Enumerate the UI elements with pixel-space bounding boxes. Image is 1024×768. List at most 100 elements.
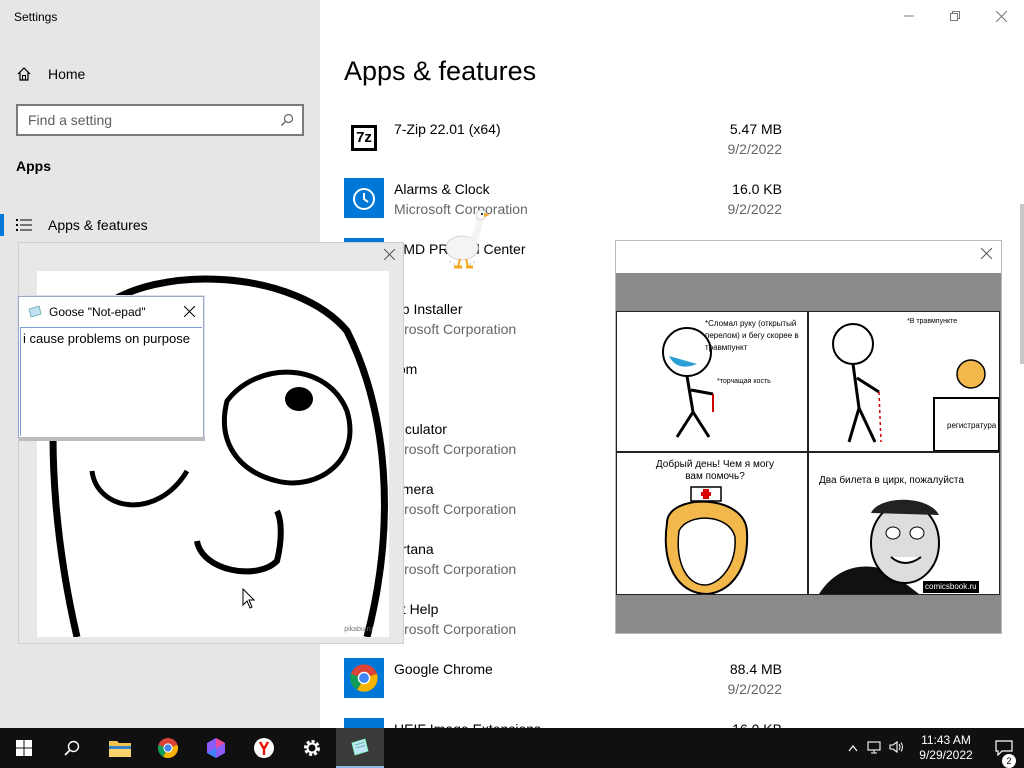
home-icon bbox=[17, 67, 31, 81]
app-name: Google Chrome bbox=[394, 661, 493, 677]
scrollbar[interactable] bbox=[1020, 204, 1024, 364]
comic-panel-1-caption: *Сломал руку (открытый перелом) и бегу с… bbox=[705, 319, 799, 352]
comic-panel-1: *Сломал руку (открытый перелом) и бегу с… bbox=[617, 312, 807, 451]
sidebar-section-title: Apps bbox=[16, 158, 51, 174]
taskbar-file-explorer[interactable] bbox=[96, 728, 144, 768]
show-hidden-icons-button[interactable] bbox=[842, 741, 864, 755]
app-publisher: icrosoft Corporation bbox=[394, 441, 517, 457]
speaker-icon bbox=[889, 740, 903, 753]
app-date: 9/2/2022 bbox=[727, 201, 783, 217]
windows-start-icon bbox=[16, 740, 32, 756]
comic-panel-4-credit: comicsbook.ru bbox=[923, 581, 979, 593]
meme-window-right[interactable]: *Сломал руку (открытый перелом) и бегу с… bbox=[615, 240, 1002, 634]
app-list-item[interactable]: Alarms & Clock Microsoft Corporation 16.0 … bbox=[344, 178, 784, 238]
minimize-button[interactable] bbox=[886, 4, 932, 28]
paint-icon bbox=[207, 738, 225, 758]
search-icon[interactable] bbox=[280, 113, 294, 127]
notepad-bottom-edge bbox=[19, 437, 205, 441]
chrome-icon bbox=[157, 738, 178, 759]
app-date: 9/2/2022 bbox=[727, 141, 783, 157]
search-placeholder: Find a setting bbox=[28, 112, 113, 128]
search-icon bbox=[64, 740, 80, 756]
app-size: 16.0 KB bbox=[732, 721, 782, 728]
comic-panel-4-caption: Два билета в цирк, пожалуйста bbox=[819, 475, 964, 486]
app-size: 16.0 KB bbox=[732, 181, 782, 197]
minimize-icon bbox=[904, 15, 914, 17]
close-icon[interactable] bbox=[384, 249, 395, 260]
app-publisher: icrosoft Corporation bbox=[394, 321, 517, 337]
list-icon bbox=[16, 219, 32, 231]
sidebar-item-label: Apps & features bbox=[48, 217, 148, 233]
network-icon bbox=[867, 740, 881, 753]
app-date: 9/2/2022 bbox=[727, 681, 783, 697]
notepad-title: Goose "Not-epad" bbox=[49, 305, 146, 319]
sidebar-item-apps-features[interactable]: Apps & features bbox=[0, 212, 320, 238]
page-title: Apps & features bbox=[344, 56, 537, 86]
close-icon[interactable] bbox=[981, 248, 992, 259]
sidebar-home[interactable]: Home bbox=[16, 64, 85, 84]
notepad-text-area[interactable]: i cause problems on purpose bbox=[20, 327, 202, 436]
taskbar-yandex[interactable] bbox=[240, 728, 288, 768]
notepad-icon bbox=[351, 738, 369, 756]
app-name: Alarms & Clock bbox=[394, 181, 490, 197]
close-icon bbox=[183, 305, 195, 317]
app-list-item[interactable]: HEIF Image Extensions 16.0 KB bbox=[344, 718, 784, 728]
app-size: 88.4 MB bbox=[729, 661, 782, 677]
window-title: Settings bbox=[14, 10, 58, 24]
settings-gear-icon bbox=[304, 740, 320, 756]
goose-notepad-window[interactable]: Goose "Not-epad" i cause problems on pur… bbox=[18, 296, 205, 441]
restore-icon bbox=[950, 11, 960, 21]
taskbar-clock[interactable]: 11:43 AM 9/29/2022 bbox=[908, 733, 984, 763]
rage-comic-grid: *Сломал руку (открытый перелом) и бегу с… bbox=[616, 311, 1000, 595]
app-name: 7-Zip 22.01 (x64) bbox=[394, 121, 501, 137]
comic-panel-3-caption: Добрый день! Чем я могу вам помочь? bbox=[655, 459, 775, 482]
yandex-icon bbox=[254, 738, 274, 758]
app-list-item[interactable]: 7z 7-Zip 22.01 (x64) 5.47 MB 9/2/2022 bbox=[344, 118, 784, 178]
alarm-clock-icon bbox=[344, 178, 384, 218]
restore-button[interactable] bbox=[932, 4, 978, 28]
system-tray: 11:43 AM 9/29/2022 2 bbox=[842, 728, 1024, 768]
comic-panel-2-caption: *В травмпункте bbox=[907, 318, 958, 325]
taskbar-paint[interactable] bbox=[192, 728, 240, 768]
comic-panel-2: *В травмпункте регистратура bbox=[809, 312, 999, 451]
network-button[interactable] bbox=[864, 740, 886, 757]
7z-icon: 7z bbox=[344, 118, 384, 158]
taskbar-settings[interactable] bbox=[288, 728, 336, 768]
taskbar: 11:43 AM 9/29/2022 2 bbox=[0, 728, 1024, 768]
settings-search-box[interactable]: Find a setting bbox=[16, 104, 304, 136]
active-indicator bbox=[0, 214, 4, 236]
clock-date: 9/29/2022 bbox=[919, 748, 973, 762]
desktop-goose[interactable] bbox=[440, 206, 490, 270]
notification-count-badge: 2 bbox=[1002, 754, 1016, 768]
meme-credit: pikabu.ru bbox=[344, 626, 373, 633]
volume-button[interactable] bbox=[886, 740, 908, 757]
meme-window-titlebar[interactable] bbox=[616, 241, 1001, 273]
close-icon bbox=[995, 10, 1007, 22]
app-name: pp Installer bbox=[394, 301, 463, 317]
notepad-titlebar[interactable]: Goose "Not-epad" bbox=[19, 297, 203, 327]
comic-panel-1-note: *торчащая кость bbox=[717, 378, 771, 385]
comic-panel-2-note: регистратура bbox=[947, 421, 997, 430]
app-list-item[interactable]: Google Chrome 88.4 MB 9/2/2022 bbox=[344, 658, 784, 718]
sidebar-home-label: Home bbox=[48, 66, 86, 82]
chrome-icon bbox=[344, 658, 384, 698]
comic-panel-4: Два билета в цирк, пожалуйста comicsbook… bbox=[809, 453, 999, 594]
app-publisher: icrosoft Corporation bbox=[394, 561, 517, 577]
close-button[interactable] bbox=[978, 4, 1024, 28]
app-publisher: icrosoft Corporation bbox=[394, 501, 517, 517]
comic-panel-3: Добрый день! Чем я могу вам помочь? bbox=[617, 453, 807, 594]
taskbar-notepad[interactable] bbox=[336, 728, 384, 768]
clock-time: 11:43 AM bbox=[921, 733, 971, 747]
app-name: HEIF Image Extensions bbox=[394, 721, 541, 728]
taskbar-search-button[interactable] bbox=[48, 728, 96, 768]
file-explorer-icon bbox=[109, 741, 131, 757]
action-center-button[interactable]: 2 bbox=[984, 740, 1024, 768]
notepad-icon bbox=[28, 305, 42, 318]
app-publisher: icrosoft Corporation bbox=[394, 621, 517, 637]
heif-icon bbox=[344, 718, 384, 728]
chevron-up-icon bbox=[848, 745, 858, 752]
app-size: 5.47 MB bbox=[729, 121, 782, 137]
start-button[interactable] bbox=[0, 728, 48, 768]
notepad-close-button[interactable] bbox=[175, 304, 203, 321]
taskbar-chrome[interactable] bbox=[144, 728, 192, 768]
